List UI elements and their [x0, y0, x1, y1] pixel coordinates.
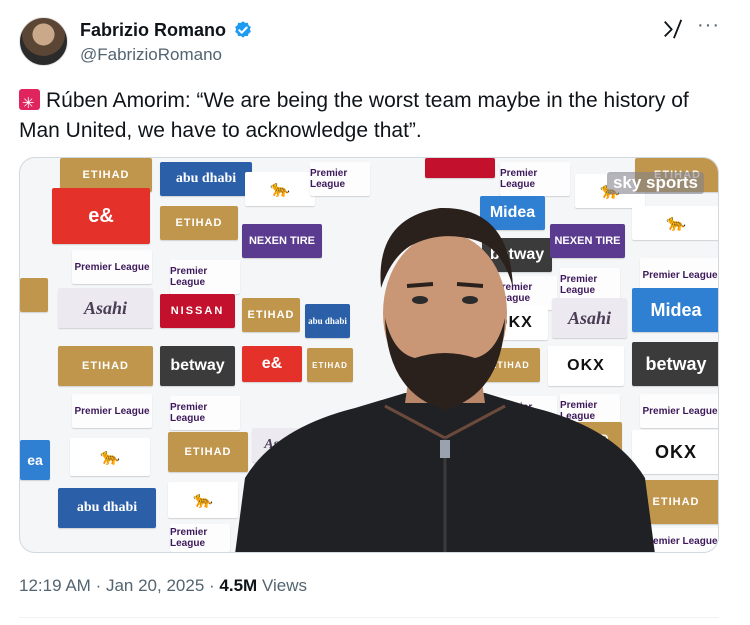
author-avatar[interactable] — [19, 17, 68, 66]
etihad-logo: ETIHAD — [60, 158, 152, 192]
premier-league-logo: Premier League — [170, 524, 230, 552]
separator: · — [209, 576, 215, 595]
tweet-time[interactable]: 12:19 AM — [19, 576, 91, 595]
tweet-date[interactable]: Jan 20, 2025 — [106, 576, 204, 595]
author-handle[interactable]: @FabrizioRomano — [80, 45, 222, 65]
tweet-media-image[interactable]: ETIHAD abu dhabi 🐆 Premier League Premie… — [19, 157, 719, 553]
interviewee-figure — [235, 207, 655, 552]
sky-sports-watermark: sky sports — [606, 172, 704, 194]
tweet-body: Rúben Amorim: “We are being the worst te… — [19, 89, 689, 142]
premier-league-logo: Premier League — [72, 250, 152, 284]
more-options-icon[interactable]: ··· — [697, 14, 720, 37]
midea-logo: ea — [20, 440, 50, 480]
asahi-logo: Asahi — [58, 288, 153, 328]
betway-logo: betway — [160, 346, 235, 386]
tweet-meta: 12:19 AM · Jan 20, 2025 · 4.5M Views — [19, 576, 307, 596]
author-name[interactable]: Fabrizio Romano — [80, 20, 226, 41]
premier-league-logo: Premier League — [170, 396, 240, 430]
tweet-text: Rúben Amorim: “We are being the worst te… — [19, 86, 729, 146]
nissan-logo — [425, 158, 495, 178]
abudhabi-logo: abu dhabi — [58, 488, 156, 528]
nissan-logo: NISSAN — [160, 294, 235, 328]
etihad-logo: ETIHAD — [160, 206, 238, 240]
premier-league-logo: Premier League — [72, 394, 152, 428]
divider — [19, 617, 719, 618]
separator: · — [95, 576, 102, 595]
views-label: Views — [261, 576, 307, 595]
rotating-light-icon — [19, 89, 40, 119]
puma-logo: 🐆 — [168, 482, 238, 518]
views-count: 4.5M — [219, 576, 258, 595]
etihad-logo — [20, 278, 48, 312]
verified-badge-icon — [235, 21, 251, 38]
eand-logo: e& — [52, 188, 150, 244]
etihad-logo: ETIHAD — [58, 346, 153, 386]
puma-logo: 🐆 — [70, 438, 150, 476]
premier-league-logo: Premier League — [170, 260, 240, 294]
grok-icon[interactable] — [662, 18, 684, 40]
